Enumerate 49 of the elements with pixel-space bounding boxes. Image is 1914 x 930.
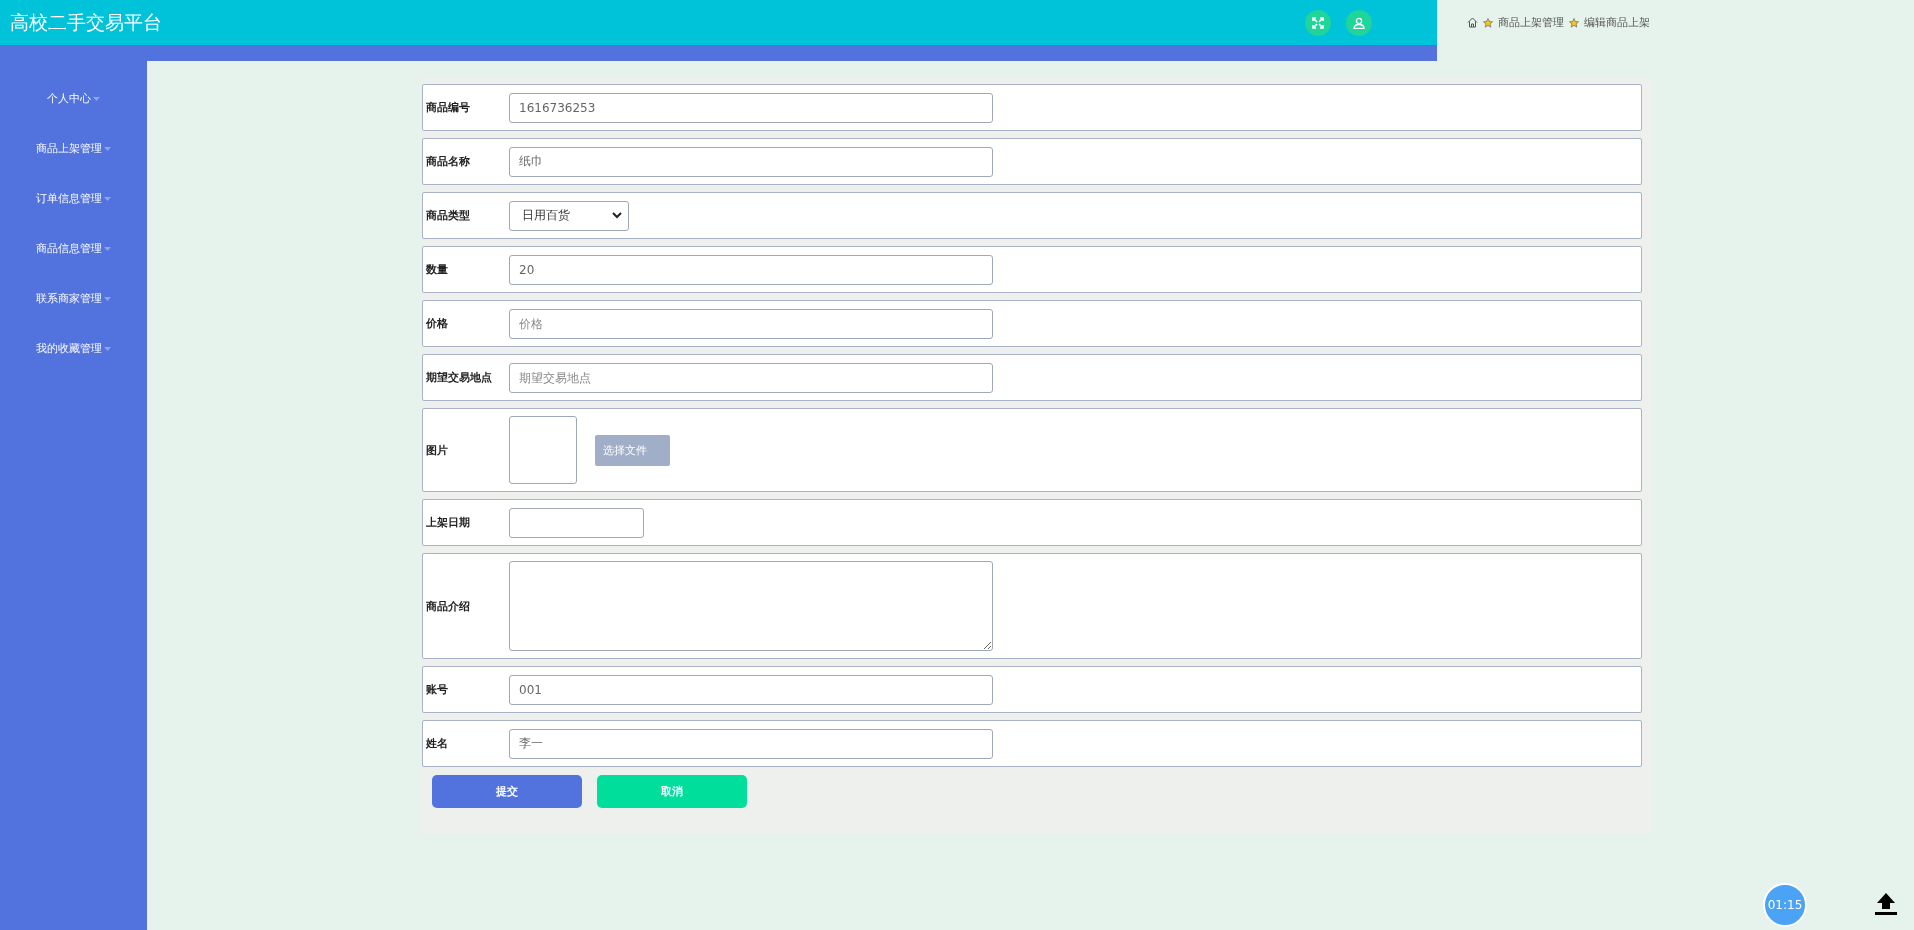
choose-file-button[interactable]: 选择文件 bbox=[595, 434, 670, 466]
user-icon bbox=[1353, 16, 1365, 29]
home-icon[interactable] bbox=[1467, 17, 1478, 28]
field-label: 商品名称 bbox=[425, 154, 471, 169]
sidebar-item[interactable]: 我的收藏管理 bbox=[36, 339, 111, 358]
caret-down-icon bbox=[104, 196, 111, 201]
breadcrumb-link[interactable]: 编辑商品上架 bbox=[1584, 15, 1650, 30]
chevron-down-icon bbox=[612, 212, 622, 219]
input-field[interactable]: 1616736253 bbox=[509, 92, 993, 123]
input-field[interactable]: 20 bbox=[509, 254, 993, 285]
input-field[interactable]: 001 bbox=[509, 674, 993, 705]
textarea-field[interactable] bbox=[509, 561, 993, 651]
star-icon bbox=[1569, 17, 1579, 28]
caret-down-icon bbox=[104, 346, 111, 351]
input-field[interactable]: 价格 bbox=[509, 308, 993, 339]
sidebar-item[interactable]: 商品信息管理 bbox=[36, 239, 111, 258]
expand-icon bbox=[1312, 16, 1324, 29]
select-field[interactable]: 日用百货 bbox=[509, 200, 629, 231]
field-label: 上架日期 bbox=[425, 515, 471, 530]
field-label: 姓名 bbox=[425, 736, 449, 751]
caret-down-icon bbox=[104, 296, 111, 301]
upload-icon[interactable] bbox=[1873, 891, 1899, 917]
field-label: 图片 bbox=[425, 442, 449, 458]
input-field[interactable]: 纸巾 bbox=[509, 146, 993, 177]
field-label: 商品介绍 bbox=[425, 598, 471, 614]
image-placeholder bbox=[509, 416, 577, 484]
sidebar-item[interactable]: 个人中心 bbox=[47, 89, 100, 108]
caret-down-icon bbox=[104, 246, 111, 251]
timer-badge: 01:15 bbox=[1763, 883, 1807, 927]
field-label: 期望交易地点 bbox=[425, 370, 493, 385]
breadcrumb-link[interactable]: 商品上架管理 bbox=[1498, 15, 1564, 30]
sidebar-item[interactable]: 订单信息管理 bbox=[36, 189, 111, 208]
site-title: 高校二手交易平台 bbox=[10, 9, 162, 35]
field-label: 数量 bbox=[425, 262, 449, 277]
input-field[interactable]: 李一 bbox=[509, 728, 993, 759]
field-label: 价格 bbox=[425, 316, 449, 331]
date-field[interactable] bbox=[509, 507, 644, 538]
submit-button[interactable]: 提交 bbox=[432, 775, 582, 808]
field-label: 商品类型 bbox=[425, 208, 471, 223]
caret-down-icon bbox=[104, 146, 111, 151]
sidebar-item[interactable]: 联系商家管理 bbox=[36, 289, 111, 308]
star-icon bbox=[1483, 17, 1493, 28]
caret-down-icon bbox=[93, 96, 100, 101]
field-label: 账号 bbox=[425, 682, 449, 697]
input-field[interactable]: 期望交易地点 bbox=[509, 362, 993, 393]
field-label: 商品编号 bbox=[425, 100, 471, 115]
fullscreen-button[interactable] bbox=[1305, 9, 1331, 36]
sidebar-item[interactable]: 商品上架管理 bbox=[36, 139, 111, 158]
user-button[interactable] bbox=[1346, 9, 1372, 36]
